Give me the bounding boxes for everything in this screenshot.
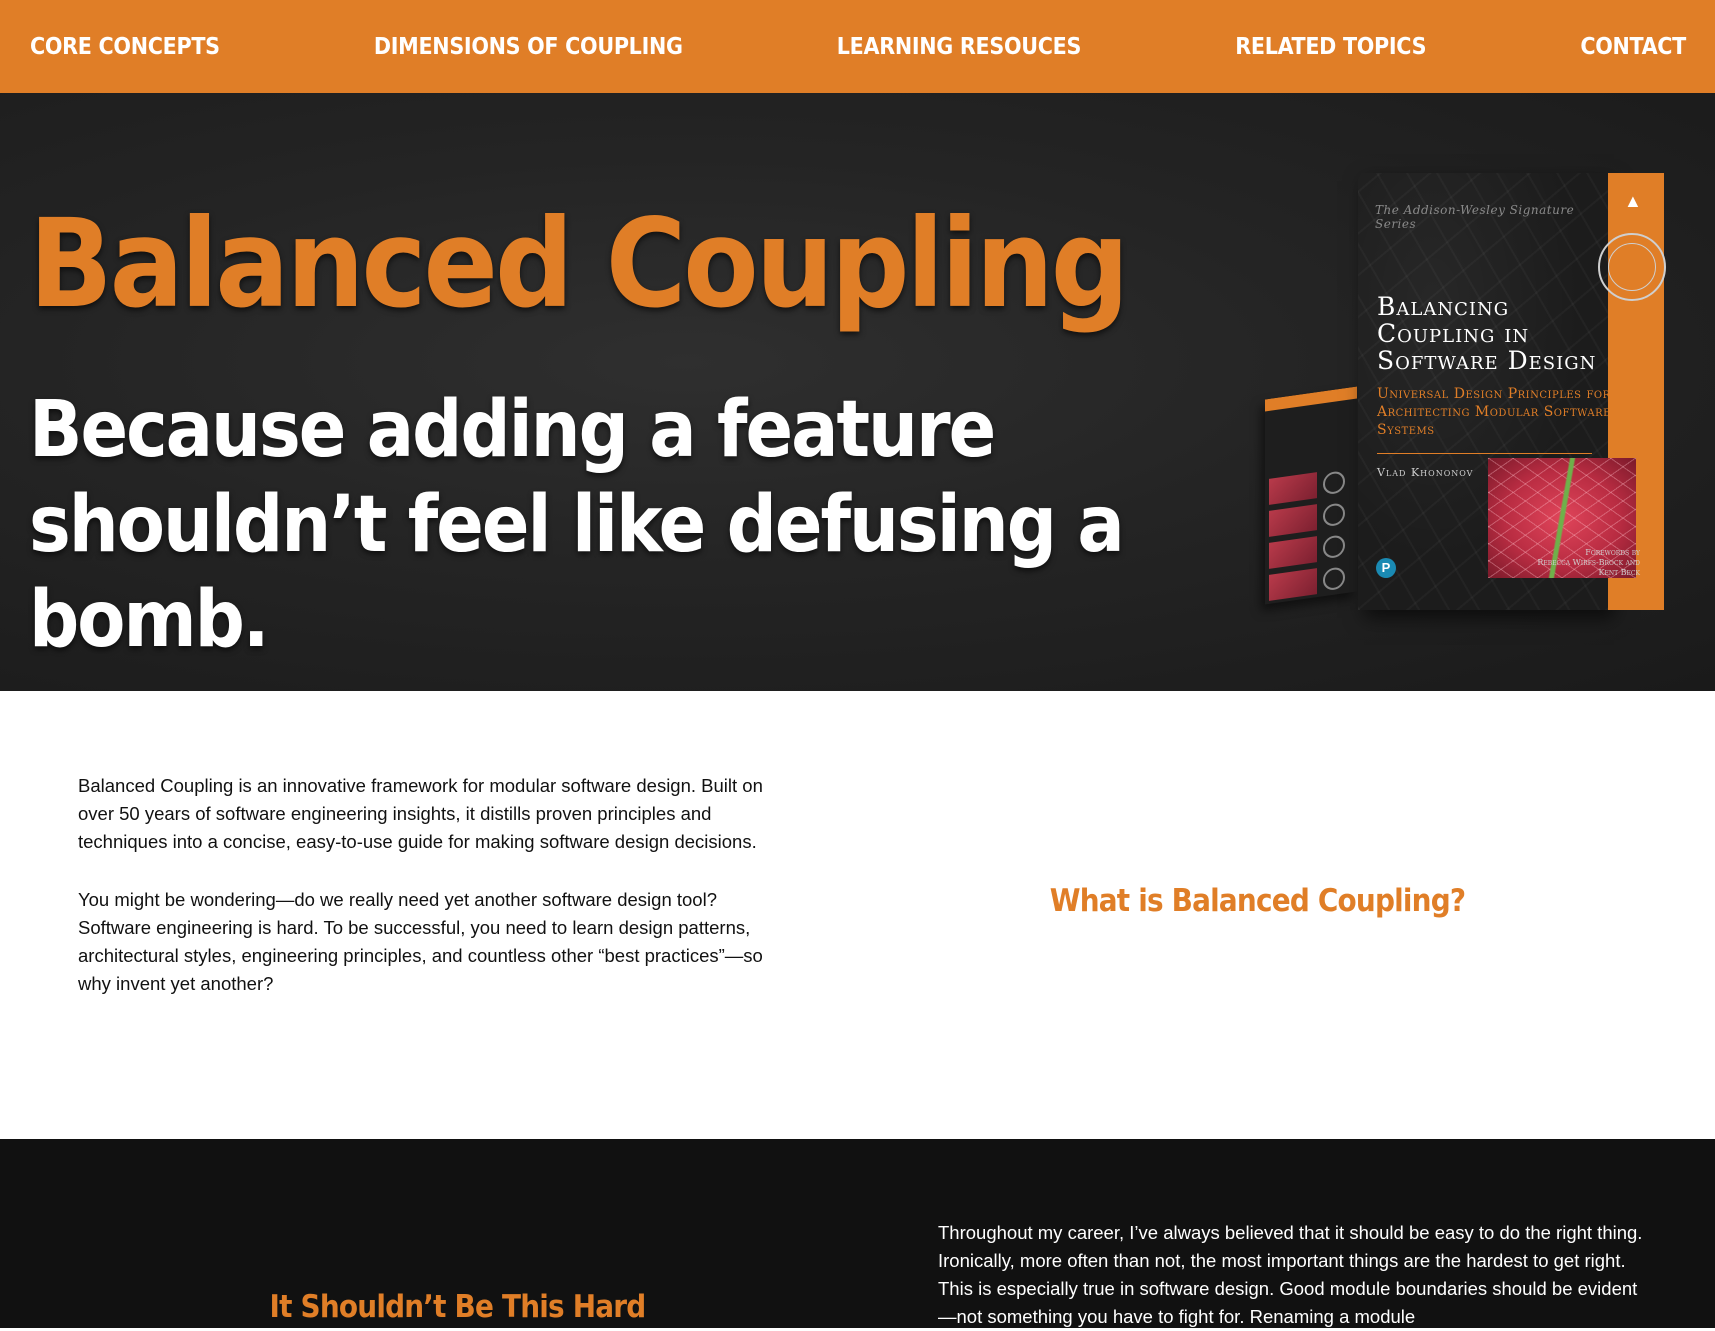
hero-subtitle: Because adding a feature shouldn’t feel … [29, 385, 1125, 665]
intro-paragraph-2: You might be wondering—do we really need… [78, 889, 763, 994]
book-title: Balancing Coupling in Software Design [1377, 292, 1597, 375]
hard-text: Throughout my career, I’ve always believ… [938, 1219, 1643, 1331]
mountain-icon: ▲ [1624, 191, 1642, 211]
book-spine [1265, 386, 1357, 605]
nav-core-concepts[interactable]: CORE CONCEPTS [30, 34, 220, 60]
book-subtitle: Universal Design Principles for Architec… [1377, 386, 1611, 438]
intro-section: Balanced Coupling is an innovative frame… [0, 691, 1715, 1139]
intro-paragraph-1: Balanced Coupling is an innovative frame… [78, 775, 763, 852]
nav-learning-resources[interactable]: LEARNING RESOUCES [837, 34, 1082, 60]
hard-heading: It Shouldn’t Be This Hard [269, 1289, 647, 1325]
book-cover-image: ▲ The Addison-Wesley Signature Series Ba… [1265, 173, 1690, 618]
intro-text: Balanced Coupling is an innovative frame… [78, 772, 783, 1028]
forewords-label: Forewords by [1585, 548, 1640, 557]
hard-paragraph: Throughout my career, I’ve always believ… [938, 1222, 1643, 1327]
book-divider [1377, 453, 1592, 454]
pearson-logo-icon: P [1376, 558, 1396, 578]
hero-section: Balanced Coupling Because adding a featu… [0, 93, 1715, 691]
what-is-heading: What is Balanced Coupling? [1049, 883, 1466, 919]
book-forewords: Forewords by Rebecca Wirfs-Brock and Ken… [1520, 548, 1640, 578]
forewords-names: Rebecca Wirfs-Brock and Kent Beck [1537, 558, 1640, 577]
nav-contact[interactable]: CONTACT [1580, 34, 1686, 60]
nav-related-topics[interactable]: RELATED TOPICS [1235, 34, 1426, 60]
book-author: Vlad Khononov [1377, 466, 1474, 479]
book-series: The Addison-Wesley Signature Series [1375, 203, 1575, 231]
main-nav: CORE CONCEPTS DIMENSIONS OF COUPLING LEA… [0, 0, 1715, 93]
hero-title: Balanced Coupling [29, 193, 1129, 335]
hard-section: It Shouldn’t Be This Hard Throughout my … [0, 1139, 1715, 1328]
nav-dimensions-of-coupling[interactable]: DIMENSIONS OF COUPLING [374, 34, 683, 60]
signature-seal-icon [1598, 233, 1666, 301]
